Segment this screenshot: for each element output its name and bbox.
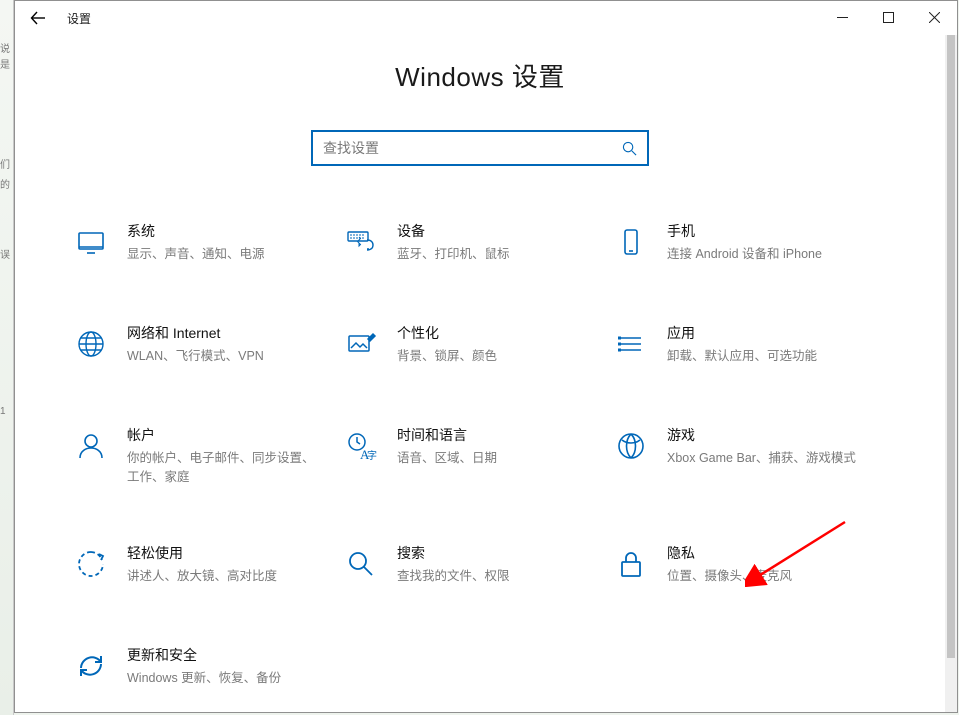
title-bar: 设置 [15, 1, 957, 35]
tile-title: 系统 [127, 222, 265, 241]
vertical-scrollbar[interactable] [945, 35, 957, 712]
accounts-icon [75, 430, 107, 462]
tile-desc: 显示、声音、通知、电源 [127, 245, 265, 264]
network-icon [75, 328, 107, 360]
maximize-button[interactable] [865, 1, 911, 33]
back-button[interactable] [15, 1, 61, 35]
minimize-button[interactable] [819, 1, 865, 33]
tile-accounts[interactable]: 帐户 你的帐户、电子邮件、同步设置、工作、家庭 [75, 426, 345, 486]
tile-update-security[interactable]: 更新和安全 Windows 更新、恢复、备份 [75, 646, 345, 690]
tile-desc: WLAN、飞行模式、VPN [127, 347, 264, 366]
tile-desc: 语音、区域、日期 [397, 449, 497, 468]
bg-text: 1 [0, 406, 6, 417]
time-language-icon: A 字 [345, 430, 377, 462]
close-icon [929, 12, 940, 23]
tile-desc: 讲述人、放大镜、高对比度 [127, 567, 277, 586]
bg-text: 是 [0, 56, 10, 71]
ease-of-access-icon [75, 548, 107, 580]
tile-title: 搜索 [397, 544, 510, 563]
system-icon [75, 226, 107, 258]
search-tile-icon [345, 548, 377, 580]
update-icon [75, 650, 107, 682]
scrollbar-thumb[interactable] [947, 35, 955, 658]
maximize-icon [883, 12, 894, 23]
close-button[interactable] [911, 1, 957, 33]
tile-privacy[interactable]: 隐私 位置、摄像头、麦克风 [615, 544, 885, 588]
tile-title: 设备 [397, 222, 510, 241]
tile-title: 手机 [667, 222, 822, 241]
apps-icon [615, 328, 647, 360]
tile-title: 游戏 [667, 426, 856, 445]
search-icon [619, 130, 639, 166]
tile-title: 应用 [667, 324, 817, 343]
tile-desc: 位置、摄像头、麦克风 [667, 567, 792, 586]
settings-window: 设置 Windows 设置 [14, 0, 958, 713]
tile-title: 时间和语言 [397, 426, 497, 445]
tile-network[interactable]: 网络和 Internet WLAN、飞行模式、VPN [75, 324, 345, 368]
tile-desc: 查找我的文件、权限 [397, 567, 510, 586]
tile-desc: 背景、锁屏、颜色 [397, 347, 497, 366]
minimize-icon [837, 12, 848, 23]
bg-text: 们 [0, 156, 10, 171]
back-arrow-icon [30, 10, 46, 26]
tile-time-language[interactable]: A 字 时间和语言 语音、区域、日期 [345, 426, 615, 486]
tile-phone[interactable]: 手机 连接 Android 设备和 iPhone [615, 222, 885, 266]
page-title: Windows 设置 [15, 57, 945, 94]
tile-gaming[interactable]: 游戏 Xbox Game Bar、捕获、游戏模式 [615, 426, 885, 486]
tile-personalization[interactable]: 个性化 背景、锁屏、颜色 [345, 324, 615, 368]
tile-desc: 连接 Android 设备和 iPhone [667, 245, 822, 264]
tile-title: 轻松使用 [127, 544, 277, 563]
content-scroll: Windows 设置 系统 [15, 35, 945, 712]
content-area: Windows 设置 系统 [15, 35, 957, 712]
privacy-icon [615, 548, 647, 580]
tile-title: 网络和 Internet [127, 324, 264, 343]
bg-text: 说 [0, 40, 10, 55]
personalization-icon [345, 328, 377, 360]
tile-desc: Windows 更新、恢复、备份 [127, 669, 281, 688]
tile-desc: 卸载、默认应用、可选功能 [667, 347, 817, 366]
svg-text:字: 字 [367, 449, 377, 462]
tile-ease-of-access[interactable]: 轻松使用 讲述人、放大镜、高对比度 [75, 544, 345, 588]
bg-text: 误 [0, 246, 10, 261]
gaming-icon [615, 430, 647, 462]
search-input[interactable] [311, 130, 649, 166]
tile-devices[interactable]: 设备 蓝牙、打印机、鼠标 [345, 222, 615, 266]
bg-text: 的 [0, 176, 10, 191]
devices-icon [345, 226, 377, 258]
background-window-strip: 说 是 们 的 误 1 [0, 0, 14, 715]
app-title: 设置 [67, 10, 91, 27]
phone-icon [615, 226, 647, 258]
tile-search[interactable]: 搜索 查找我的文件、权限 [345, 544, 615, 588]
tile-title: 隐私 [667, 544, 792, 563]
tile-title: 帐户 [127, 426, 317, 445]
window-controls [819, 1, 957, 33]
tile-desc: 蓝牙、打印机、鼠标 [397, 245, 510, 264]
tile-desc: Xbox Game Bar、捕获、游戏模式 [667, 449, 856, 468]
tile-apps[interactable]: 应用 卸载、默认应用、可选功能 [615, 324, 885, 368]
tile-title: 个性化 [397, 324, 497, 343]
settings-tile-grid: 系统 显示、声音、通知、电源 设备 [75, 222, 885, 690]
title-bar-left: 设置 [15, 1, 91, 35]
tile-title: 更新和安全 [127, 646, 281, 665]
tile-desc: 你的帐户、电子邮件、同步设置、工作、家庭 [127, 449, 317, 487]
tile-system[interactable]: 系统 显示、声音、通知、电源 [75, 222, 345, 266]
search-wrap [311, 130, 649, 166]
